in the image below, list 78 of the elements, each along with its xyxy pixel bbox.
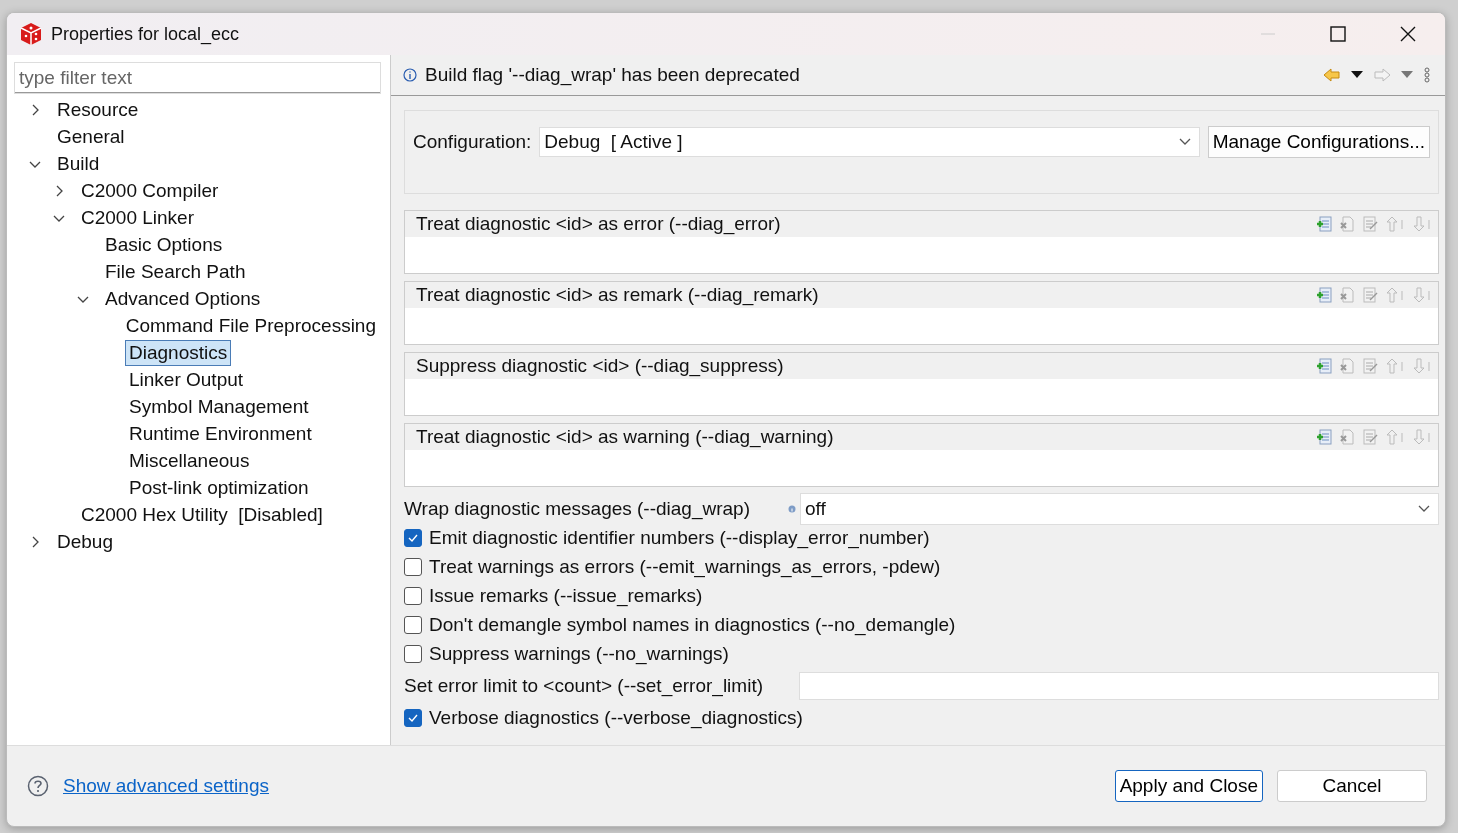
tree-item[interactable]: Advanced Options	[101, 285, 265, 312]
maximize-icon[interactable]	[1329, 25, 1347, 43]
tree-item[interactable]: General	[53, 123, 129, 150]
checkbox[interactable]	[404, 528, 422, 547]
info-icon	[788, 504, 796, 513]
move-up-icon[interactable]	[1385, 287, 1405, 303]
tree-item[interactable]: Command File Preprocessing	[121, 312, 380, 339]
list-title: Treat diagnostic <id> as remark (--diag_remark)	[416, 284, 819, 306]
show-advanced-settings-link[interactable]: Show advanced settings	[63, 775, 269, 797]
tree-item[interactable]: Basic Options	[101, 231, 227, 258]
tree-item[interactable]: Linker Output	[125, 366, 248, 393]
manage-configurations-button[interactable]: Manage Configurations...	[1207, 126, 1430, 158]
checkbox-label: Suppress warnings (--no_warnings)	[429, 642, 729, 665]
checkbox[interactable]	[404, 644, 422, 663]
edit-icon[interactable]	[1362, 429, 1378, 445]
back-arrow-icon[interactable]	[1323, 68, 1341, 82]
move-down-icon[interactable]	[1412, 358, 1432, 374]
info-icon	[403, 68, 417, 82]
checkbox[interactable]	[404, 615, 422, 634]
move-up-icon[interactable]	[1385, 429, 1405, 445]
tree-item[interactable]: Symbol Management	[125, 393, 313, 420]
tree-item[interactable]: C2000 Compiler	[77, 177, 223, 204]
add-icon[interactable]	[1316, 287, 1332, 303]
forward-arrow-icon[interactable]	[1373, 68, 1391, 82]
window-title: Properties for local_ecc	[51, 23, 240, 45]
delete-icon[interactable]	[1339, 216, 1355, 232]
configuration-dropdown[interactable]: Debug [ Active ]	[539, 127, 1200, 157]
option-label: Wrap diagnostic messages (--diag_wrap)	[404, 497, 752, 520]
checkbox-label: Treat warnings as errors (--emit_warnings_as_errors, -pdew)	[429, 555, 941, 578]
wrap-dropdown[interactable]: off	[800, 492, 1439, 525]
tree-item[interactable]: File Search Path	[101, 258, 250, 285]
tree-item[interactable]: C2000 Linker	[77, 204, 199, 231]
apply-and-close-button[interactable]: Apply and Close	[1114, 770, 1263, 802]
checkbox-label: Don't demangle symbol names in diagnostics (--no_demangle)	[429, 613, 956, 636]
tree-item[interactable]: Miscellaneous	[125, 447, 254, 474]
add-icon[interactable]	[1316, 429, 1332, 445]
list-title: Suppress diagnostic <id> (--diag_suppress)	[416, 355, 784, 377]
more-icon[interactable]	[1423, 67, 1431, 83]
status-message: Build flag '--diag_wrap' has been deprecated	[425, 64, 800, 86]
move-up-icon[interactable]	[1385, 216, 1405, 232]
delete-icon[interactable]	[1339, 429, 1355, 445]
edit-icon[interactable]	[1362, 216, 1378, 232]
edit-icon[interactable]	[1362, 287, 1378, 303]
tree-item[interactable]: Post-link optimization	[125, 474, 313, 501]
cancel-button[interactable]: Cancel	[1277, 770, 1427, 802]
move-down-icon[interactable]	[1412, 287, 1432, 303]
add-icon[interactable]	[1316, 358, 1332, 374]
filter-field[interactable]: type filter text	[15, 63, 380, 93]
checkbox[interactable]	[404, 708, 422, 727]
dropdown-icon[interactable]	[1351, 71, 1363, 79]
add-icon[interactable]	[1316, 216, 1332, 232]
checkbox-label: Emit diagnostic identifier numbers (--display_error_number)	[429, 526, 930, 549]
move-down-icon[interactable]	[1412, 429, 1432, 445]
list-title: Treat diagnostic <id> as warning (--diag_warning)	[416, 426, 834, 448]
configuration-label: Configuration:	[413, 131, 532, 153]
chevron-down-icon	[1418, 504, 1430, 513]
close-icon[interactable]	[1399, 25, 1417, 43]
option-label: Set error limit to <count> (--set_error_limit)	[404, 674, 764, 697]
list-title: Treat diagnostic <id> as error (--diag_error)	[416, 213, 781, 235]
move-up-icon[interactable]	[1385, 358, 1405, 374]
tree-item[interactable]: Runtime Environment	[125, 420, 316, 447]
edit-icon[interactable]	[1362, 358, 1378, 374]
checkbox[interactable]	[404, 586, 422, 605]
tree-item[interactable]: Build	[53, 150, 104, 177]
tree-item[interactable]: Diagnostics	[125, 339, 232, 366]
tree-item[interactable]: Debug	[53, 528, 117, 555]
help-icon[interactable]	[27, 775, 49, 797]
tree-item[interactable]: C2000 Hex Utility [Disabled]	[77, 501, 327, 528]
checkbox-label: Issue remarks (--issue_remarks)	[429, 584, 703, 607]
checkbox-label: Verbose diagnostics (--verbose_diagnostics)	[429, 706, 803, 729]
chevron-down-icon	[1178, 138, 1191, 146]
delete-icon[interactable]	[1339, 358, 1355, 374]
tree-item[interactable]: Resource	[53, 96, 143, 123]
checkbox[interactable]	[404, 557, 422, 576]
move-down-icon[interactable]	[1412, 216, 1432, 232]
delete-icon[interactable]	[1339, 287, 1355, 303]
cube-icon	[19, 22, 43, 46]
error-limit-field[interactable]	[799, 671, 1439, 700]
